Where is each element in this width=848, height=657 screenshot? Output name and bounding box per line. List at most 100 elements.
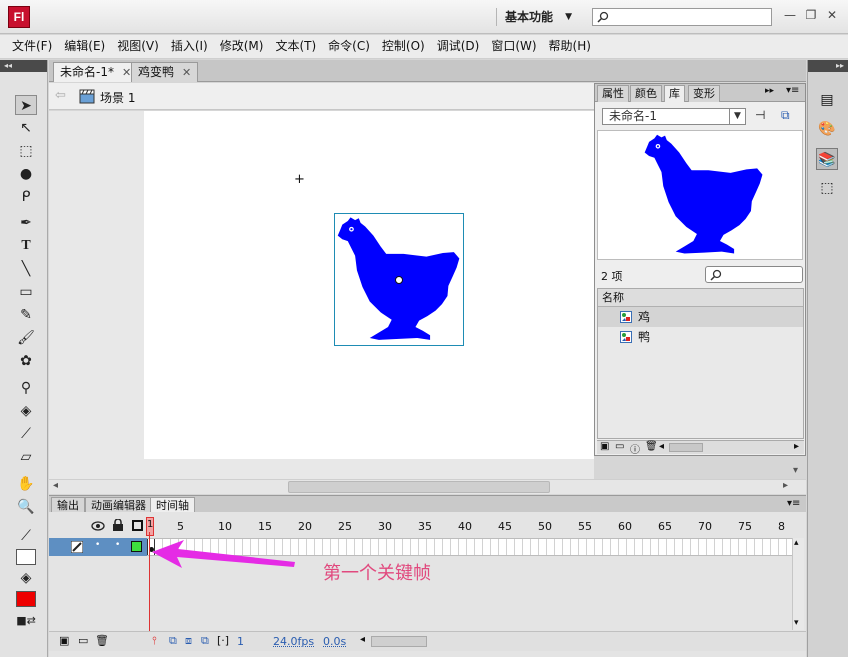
swap-colors-icon[interactable]: ■⇄ <box>15 611 37 631</box>
collapse-arrows-icon[interactable]: ◂◂ <box>0 60 47 72</box>
scroll-thumb[interactable] <box>288 481 550 493</box>
properties-panel-icon[interactable]: ▤ <box>816 89 838 111</box>
back-arrow-icon[interactable]: ⇦ <box>55 88 66 103</box>
onion-skin-icon[interactable]: ⧉ <box>169 634 177 648</box>
bone-tool-icon[interactable]: ⚲ <box>15 378 37 398</box>
expand-arrows-icon[interactable]: ▸▸ <box>808 60 848 72</box>
close-button[interactable]: ✕ <box>824 8 840 24</box>
close-tab-icon[interactable]: ✕ <box>182 66 191 79</box>
list-item[interactable]: 鸡 <box>598 307 803 327</box>
minimize-button[interactable]: — <box>782 8 798 24</box>
tab-library[interactable]: 库 <box>664 85 685 102</box>
layer-outline-color-swatch[interactable] <box>131 541 142 552</box>
chicken-symbol-instance[interactable] <box>334 213 464 346</box>
pin-icon[interactable]: ⊣ <box>755 108 765 122</box>
rectangle-tool-icon[interactable]: ▭ <box>15 282 37 302</box>
modify-markers-icon[interactable]: [·] <box>217 634 229 647</box>
scroll-right-icon[interactable]: ▸ <box>783 480 788 491</box>
edit-multiple-frames-icon[interactable]: ⧉ <box>201 634 209 648</box>
paint-bucket-tool-icon[interactable]: ◈ <box>15 401 37 421</box>
line-tool-icon[interactable]: ╲ <box>15 259 37 279</box>
fill-color-swatch[interactable] <box>16 591 36 607</box>
scroll-left-icon[interactable]: ◂ <box>659 441 664 452</box>
collapse-arrows-icon[interactable]: ▸▸ <box>765 86 774 96</box>
tab-timeline[interactable]: 时间轴 <box>150 497 195 513</box>
menu-modify[interactable]: 修改(M) <box>214 35 270 58</box>
zoom-tool-icon[interactable]: 🔍 <box>15 497 37 517</box>
library-panel-icon[interactable]: 📚 <box>816 148 838 170</box>
playhead-frame-number[interactable]: 1 <box>146 517 154 536</box>
3d-rotation-tool-icon[interactable]: ● <box>15 164 37 184</box>
menu-file[interactable]: 文件(F) <box>6 35 58 58</box>
tab-properties[interactable]: 属性 <box>597 85 629 102</box>
selection-tool-icon[interactable]: ➤ <box>15 95 37 115</box>
scroll-down-icon[interactable]: ▾ <box>794 618 799 628</box>
restore-button[interactable]: ❐ <box>803 8 819 24</box>
pencil-tool-icon[interactable]: ✎ <box>15 305 37 325</box>
brush-tool-icon[interactable]: 🖌 <box>15 328 37 348</box>
tab-transform[interactable]: 变形 <box>688 85 720 102</box>
stroke-color-swatch[interactable] <box>16 549 36 565</box>
new-library-panel-icon[interactable]: ⧉ <box>781 108 790 123</box>
text-tool-icon[interactable]: T <box>15 236 37 256</box>
help-search-input[interactable] <box>592 8 772 26</box>
properties-icon[interactable]: ⓘ <box>630 441 640 456</box>
scene-label[interactable]: 场景 1 <box>100 89 135 106</box>
color-panel-icon[interactable]: 🎨 <box>816 118 838 140</box>
eyedropper-tool-icon[interactable]: ⟋ <box>15 424 37 444</box>
transform-panel-icon[interactable]: ⬚ <box>816 177 838 199</box>
lock-dot-icon[interactable]: • <box>115 540 120 550</box>
menu-help[interactable]: 帮助(H) <box>543 35 597 58</box>
menu-text[interactable]: 文本(T) <box>269 35 322 58</box>
new-symbol-icon[interactable]: ▣ <box>600 441 609 452</box>
tab-motion-editor[interactable]: 动画编辑器 <box>85 497 152 513</box>
menu-insert[interactable]: 插入(I) <box>165 35 214 58</box>
timeline-vertical-scrollbar[interactable]: ▴ ▾ <box>792 538 804 630</box>
new-folder-icon[interactable]: ▭ <box>78 634 88 647</box>
panel-menu-icon[interactable]: ▾≡ <box>787 498 800 509</box>
scroll-left-icon[interactable]: ◂ <box>53 480 58 491</box>
stage-horizontal-scrollbar[interactable]: ◂ ▸ ▾ <box>49 465 806 494</box>
column-header-name[interactable]: 名称 <box>598 289 803 307</box>
panel-menu-icon[interactable]: ▾≡ <box>786 85 799 96</box>
scroll-left-icon[interactable]: ◂ <box>360 634 365 645</box>
menu-debug[interactable]: 调试(D) <box>431 35 486 58</box>
subselection-tool-icon[interactable]: ↖ <box>15 118 37 138</box>
pen-tool-icon[interactable]: ✒ <box>15 213 37 233</box>
scroll-down-icon[interactable]: ▾ <box>793 465 798 476</box>
lasso-tool-icon[interactable]: ᑭ <box>15 187 37 207</box>
visibility-dot-icon[interactable]: • <box>95 540 100 550</box>
outline-icon[interactable] <box>132 520 143 531</box>
timeline-scroll-thumb[interactable] <box>371 636 427 647</box>
new-folder-icon[interactable]: ▭ <box>615 441 624 452</box>
library-document-select[interactable]: 未命名-1 ▼ <box>602 108 746 125</box>
current-frame-value[interactable]: 1 <box>237 635 244 648</box>
delete-layer-icon[interactable]: 🗑 <box>95 634 109 647</box>
center-frame-icon[interactable]: ⫯ <box>152 634 157 648</box>
tab-chicken-to-duck[interactable]: 鸡变鸭 ✕ <box>131 62 199 82</box>
elapsed-time-value[interactable]: 0.0s <box>323 635 346 648</box>
registration-point-icon[interactable] <box>395 276 403 284</box>
delete-icon[interactable]: 🗑 <box>645 441 658 452</box>
eraser-tool-icon[interactable]: ▱ <box>15 447 37 467</box>
tab-color[interactable]: 颜色 <box>630 85 662 102</box>
lock-icon[interactable] <box>112 519 124 532</box>
scroll-up-icon[interactable]: ▴ <box>794 538 799 548</box>
eye-icon[interactable] <box>91 520 105 532</box>
layer-header[interactable]: • • <box>49 538 147 556</box>
menu-edit[interactable]: 编辑(E) <box>58 35 111 58</box>
menu-window[interactable]: 窗口(W) <box>485 35 542 58</box>
scroll-right-icon[interactable]: ▸ <box>794 441 799 452</box>
menu-control[interactable]: 控制(O) <box>376 35 431 58</box>
close-tab-icon[interactable]: ✕ <box>122 66 131 79</box>
tab-output[interactable]: 输出 <box>51 497 85 513</box>
menu-commands[interactable]: 命令(C) <box>322 35 376 58</box>
tab-untitled-1[interactable]: 未命名-1* ✕ <box>53 62 139 82</box>
frame-rate-value[interactable]: 24.0fps <box>273 635 314 648</box>
free-transform-tool-icon[interactable]: ⬚ <box>15 141 37 161</box>
list-item[interactable]: 鸭 <box>598 327 803 347</box>
menu-view[interactable]: 视图(V) <box>111 35 165 58</box>
workspace-switcher[interactable]: 基本功能 ▼ <box>496 8 580 26</box>
deco-tool-icon[interactable]: ✿ <box>15 351 37 371</box>
onion-skin-outlines-icon[interactable]: ⧈ <box>185 634 192 648</box>
